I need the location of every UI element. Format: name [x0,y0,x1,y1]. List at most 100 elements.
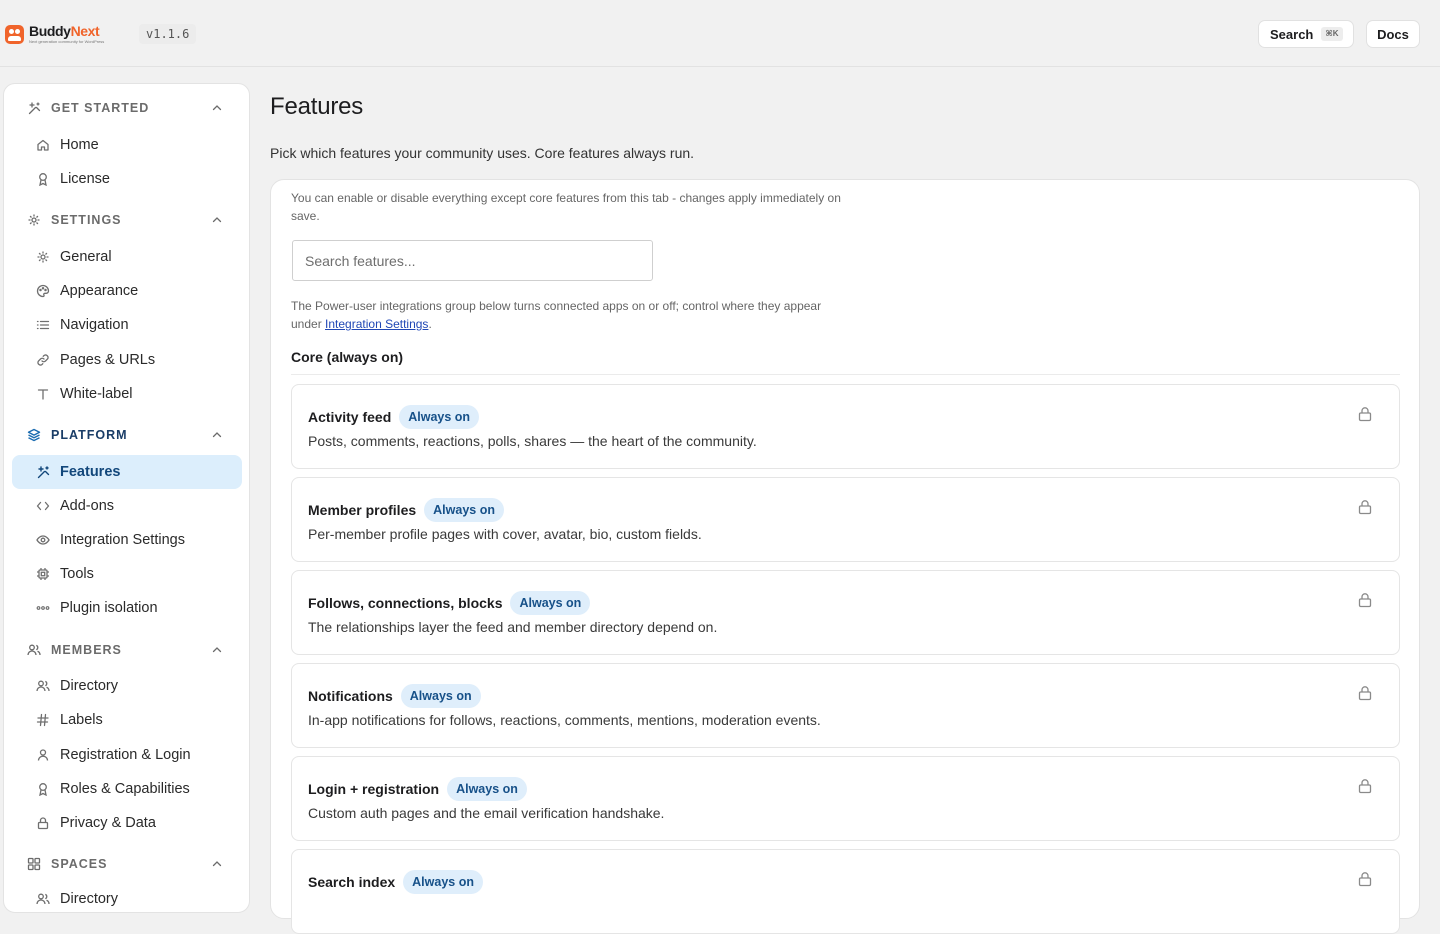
feature-card-follows-connections-blocks: Follows, connections, blocks Always on Th… [291,570,1400,655]
sidebar-item-label: Pages & URLs [60,352,156,368]
search-button[interactable]: Search ⌘K [1258,20,1354,48]
eye-icon [36,533,50,547]
sidebar-item-features[interactable]: Features [12,455,242,489]
dots-icon [36,601,50,615]
users-icon [27,643,41,657]
feature-name: Member profiles [308,502,417,518]
sidebar-item-label: Roles & Capabilities [60,781,190,797]
always-on-badge: Always on [399,405,480,429]
lock-icon [1358,499,1372,515]
sidebar-item-appearance[interactable]: Appearance [12,274,242,308]
always-on-badge: Always on [447,777,527,801]
feature-description: The relationships layer the feed and mem… [308,619,718,635]
features-help-note: You can enable or disable everything exc… [291,191,841,223]
integration-settings-link[interactable]: Integration Settings [325,317,428,331]
sidebar-item-label: Labels [60,712,103,728]
sidebar-item-integration-settings[interactable]: Integration Settings [12,523,242,557]
award-icon [36,172,50,186]
chevron-up-icon[interactable] [210,857,224,871]
sidebar-item-tools[interactable]: Tools [12,557,242,591]
feature-card-login-registration: Login + registration Always on Custom aut… [291,756,1400,841]
sidebar-item-registration-login[interactable]: Registration & Login [12,738,242,772]
group-platform[interactable]: PLATFORM [27,425,227,445]
chevron-up-icon[interactable] [210,213,224,227]
feature-card-notifications: Notifications Always on In-app notificati… [291,663,1400,748]
home-icon [36,138,50,152]
logo-name: BuddyNext [29,23,100,39]
gear-icon [27,213,41,227]
sidebar-item-roles-capabilities[interactable]: Roles & Capabilities [12,772,242,806]
sidebar-item-label: License [60,171,110,187]
version-badge: v1.1.6 [139,24,197,44]
sidebar-item-label: Privacy & Data [60,815,156,831]
search-button-label: Search [1270,26,1314,42]
logo-mark-icon [5,24,24,44]
feature-name: Follows, connections, blocks [308,595,503,611]
feature-name: Activity feed [308,409,392,425]
lock-icon [1358,592,1372,608]
sidebar-item-label: Home [60,137,99,153]
user-icon [36,748,50,762]
type-icon [36,387,50,401]
group-members[interactable]: MEMBERS [27,640,227,660]
sidebar-item-labels[interactable]: Labels [12,703,242,737]
layers-icon [27,428,41,442]
feature-description: Per-member profile pages with cover, ava… [308,526,702,542]
search-features-input[interactable] [292,240,653,281]
sidebar-item-label: Features [60,464,121,480]
sidebar-item-pages-urls[interactable]: Pages & URLs [12,343,242,377]
docs-button[interactable]: Docs [1366,20,1420,48]
page-title: Features [270,93,364,120]
sidebar-item-home[interactable]: Home [12,128,242,162]
feature-name: Search index [308,874,396,890]
lock-icon [1358,778,1372,794]
sidebar-item-directory[interactable]: Directory [12,669,242,703]
feature-description: In-app notifications for follows, reacti… [308,712,821,728]
sidebar-item-label: Plugin isolation [60,600,158,616]
always-on-badge: Always on [403,870,483,894]
section-divider [291,374,1400,375]
sidebar-item-label: Appearance [60,283,139,299]
sidebar-item-label: General [60,249,112,265]
sidebar-item-spaces-directory[interactable]: Directory [12,882,242,916]
users-icon [36,892,50,906]
features-panel: You can enable or disable everything exc… [270,179,1420,934]
grid-icon [27,857,41,871]
chevron-up-icon[interactable] [210,101,224,115]
sparkles-icon [36,465,50,479]
section-title-core: Core (always on) [291,349,404,365]
award-icon [36,782,50,796]
sidebar-item-privacy-data[interactable]: Privacy & Data [12,806,242,840]
chevron-up-icon[interactable] [210,643,224,657]
sidebar-item-license[interactable]: License [12,162,242,196]
palette-icon [36,284,50,298]
group-settings[interactable]: SETTINGS [27,210,227,230]
sidebar-item-label: Directory [60,678,119,694]
sidebar-item-add-ons[interactable]: Add-ons [12,489,242,523]
sidebar-item-label: White-label [60,386,133,402]
sparkles-icon [27,101,41,115]
sidebar-item-label: Navigation [60,317,129,333]
sidebar-item-white-label[interactable]: White-label [12,377,242,411]
feature-description: Custom auth pages and the email verifica… [308,805,665,821]
sidebar-item-general[interactable]: General [12,240,242,274]
sidebar-item-navigation[interactable]: Navigation [12,308,242,342]
search-shortcut-kbd: ⌘K [1321,27,1343,41]
feature-description: Posts, comments, reactions, polls, share… [308,433,757,449]
list-icon [36,318,50,332]
top-bar: BuddyNext Next generation community for … [0,0,1440,67]
group-get-started[interactable]: GET STARTED [27,98,227,118]
feature-name: Login + registration [308,781,440,797]
buddynext-logo[interactable]: BuddyNext Next generation community for … [5,24,104,44]
chevron-up-icon[interactable] [210,428,224,442]
always-on-badge: Always on [510,591,591,615]
page-subtitle: Pick which features your community uses.… [270,145,695,161]
lock-icon [1358,406,1372,422]
group-spaces[interactable]: SPACES [27,854,227,874]
feature-name: Notifications [308,688,393,704]
feature-card-search-index: Search index Always on [291,849,1400,934]
sidebar: GET STARTED Home License SETTINGS Genera… [3,83,250,913]
feature-card-member-profiles: Member profiles Always on Per-member prof… [291,477,1400,562]
code-icon [36,499,50,513]
sidebar-item-plugin-isolation[interactable]: Plugin isolation [12,591,242,625]
